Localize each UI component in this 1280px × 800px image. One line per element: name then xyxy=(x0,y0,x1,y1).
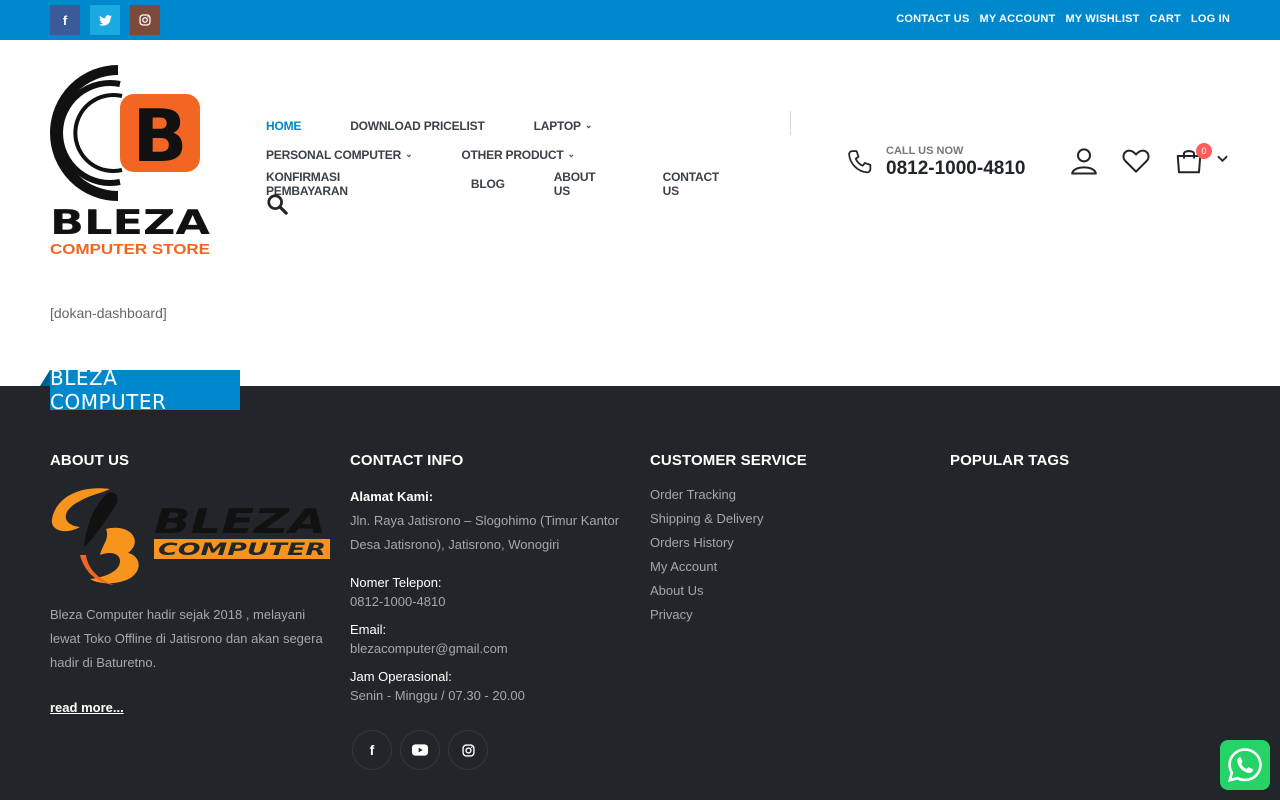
youtube-icon[interactable] xyxy=(400,730,440,770)
top-link-my-account[interactable]: MY ACCOUNT xyxy=(979,13,1055,25)
top-link-my-wishlist[interactable]: MY WISHLIST xyxy=(1065,13,1139,25)
link-privacy[interactable]: Privacy xyxy=(650,603,930,627)
top-social-links: f xyxy=(50,5,160,35)
nav-personal-computer[interactable]: PERSONAL COMPUTER ⌄ xyxy=(266,148,413,162)
nav-about-us[interactable]: ABOUT US xyxy=(554,170,614,198)
page-content: [dokan-dashboard] xyxy=(50,305,167,321)
hours-label: Jam Operasional: xyxy=(350,669,452,684)
phone-label: Nomer Telepon: xyxy=(350,575,442,590)
instagram-icon[interactable] xyxy=(130,5,160,35)
chevron-down-icon: ⌄ xyxy=(405,149,413,159)
footer-popular-tags: POPULAR TAGS xyxy=(950,452,1230,487)
instagram-icon[interactable] xyxy=(448,730,488,770)
link-orders-history[interactable]: Orders History xyxy=(650,531,930,555)
email-label: Email: xyxy=(350,622,387,637)
twitter-icon[interactable] xyxy=(90,5,120,35)
link-my-account[interactable]: My Account xyxy=(650,555,930,579)
chevron-down-icon[interactable] xyxy=(1217,152,1228,166)
top-link-cart[interactable]: CART xyxy=(1150,13,1181,25)
footer-about-title: ABOUT US xyxy=(50,452,130,469)
account-icon[interactable] xyxy=(1069,146,1099,176)
link-order-tracking[interactable]: Order Tracking xyxy=(650,483,930,507)
read-more-link[interactable]: read more... xyxy=(50,700,124,715)
top-link-log-in[interactable]: LOG IN xyxy=(1191,13,1230,25)
email-value[interactable]: blezacomputer@gmail.com xyxy=(350,639,635,658)
logo-letter: B xyxy=(133,94,188,178)
ribbon-fold xyxy=(40,370,50,386)
header-divider xyxy=(790,111,791,135)
footer-tags-title: POPULAR TAGS xyxy=(950,452,1070,469)
site-logo[interactable]: B BLEZA COMPUTER STORE xyxy=(48,62,214,258)
header-phone-number[interactable]: 0812-1000-4810 xyxy=(886,157,1025,181)
facebook-icon[interactable]: f xyxy=(50,5,80,35)
footer-contact-title: CONTACT INFO xyxy=(350,452,464,469)
call-us[interactable]: CALL US NOW 0812-1000-4810 xyxy=(846,145,1025,181)
footer-about-text: Bleza Computer hadir sejak 2018 , melaya… xyxy=(50,607,323,670)
footer-about: ABOUT US BLEZA COMPUTER Bleza Computer h… xyxy=(50,452,330,717)
main-nav: HOME DOWNLOAD PRICELIST LAPTOP ⌄ PERSONAL… xyxy=(266,111,786,198)
footer-logo[interactable]: BLEZA COMPUTER xyxy=(50,485,330,587)
top-links: CONTACT US MY ACCOUNT MY WISHLIST CART L… xyxy=(896,13,1230,25)
facebook-icon[interactable]: f xyxy=(352,730,392,770)
footer-social-links: f xyxy=(352,730,488,770)
top-link-contact-us[interactable]: CONTACT US xyxy=(896,13,969,25)
nav-download-pricelist[interactable]: DOWNLOAD PRICELIST xyxy=(350,119,485,133)
top-bar: f CONTACT US MY ACCOUNT MY WISHLIST CART… xyxy=(0,0,1280,40)
footer-contact: CONTACT INFO Alamat Kami: Jln. Raya Jati… xyxy=(350,452,635,705)
address-value: Jln. Raya Jatisrono – Slogohimo (Timur K… xyxy=(350,513,620,552)
chevron-down-icon: ⌄ xyxy=(584,120,593,130)
wishlist-heart-icon[interactable] xyxy=(1121,146,1151,176)
logo-brand: BLEZA xyxy=(50,203,211,243)
nav-contact-us[interactable]: CONTACT US xyxy=(663,170,737,198)
chevron-down-icon: ⌄ xyxy=(567,149,575,159)
phone-icon xyxy=(848,150,872,174)
footer-service-title: CUSTOMER SERVICE xyxy=(650,452,807,469)
footer-logo-sub: COMPUTER xyxy=(158,540,326,560)
hours-value: Senin - Minggu / 07.30 - 20.00 xyxy=(350,688,525,703)
footer-logo-brand: BLEZA xyxy=(154,502,326,542)
link-shipping-delivery[interactable]: Shipping & Delivery xyxy=(650,507,930,531)
phone-value[interactable]: 0812-1000-4810 xyxy=(350,592,635,611)
link-about-us[interactable]: About Us xyxy=(650,579,930,603)
cart-count-badge: 0 xyxy=(1196,143,1212,159)
call-us-label: CALL US NOW xyxy=(886,145,964,157)
footer-customer-service: CUSTOMER SERVICE Order Tracking Shipping… xyxy=(650,452,930,627)
nav-laptop[interactable]: LAPTOP ⌄ xyxy=(534,119,593,133)
address-label: Alamat Kami: xyxy=(350,489,434,504)
nav-konfirmasi-pembayaran[interactable]: KONFIRMASI PEMBAYARAN xyxy=(266,170,422,198)
search-icon[interactable] xyxy=(266,193,288,215)
nav-home[interactable]: HOME xyxy=(266,119,301,133)
logo-tagline: COMPUTER STORE xyxy=(50,241,210,258)
whatsapp-icon[interactable] xyxy=(1220,740,1270,790)
footer-ribbon: BLEZA COMPUTER xyxy=(50,366,240,414)
nav-blog[interactable]: BLOG xyxy=(471,177,505,191)
nav-other-product[interactable]: OTHER PRODUCT ⌄ xyxy=(461,148,575,162)
